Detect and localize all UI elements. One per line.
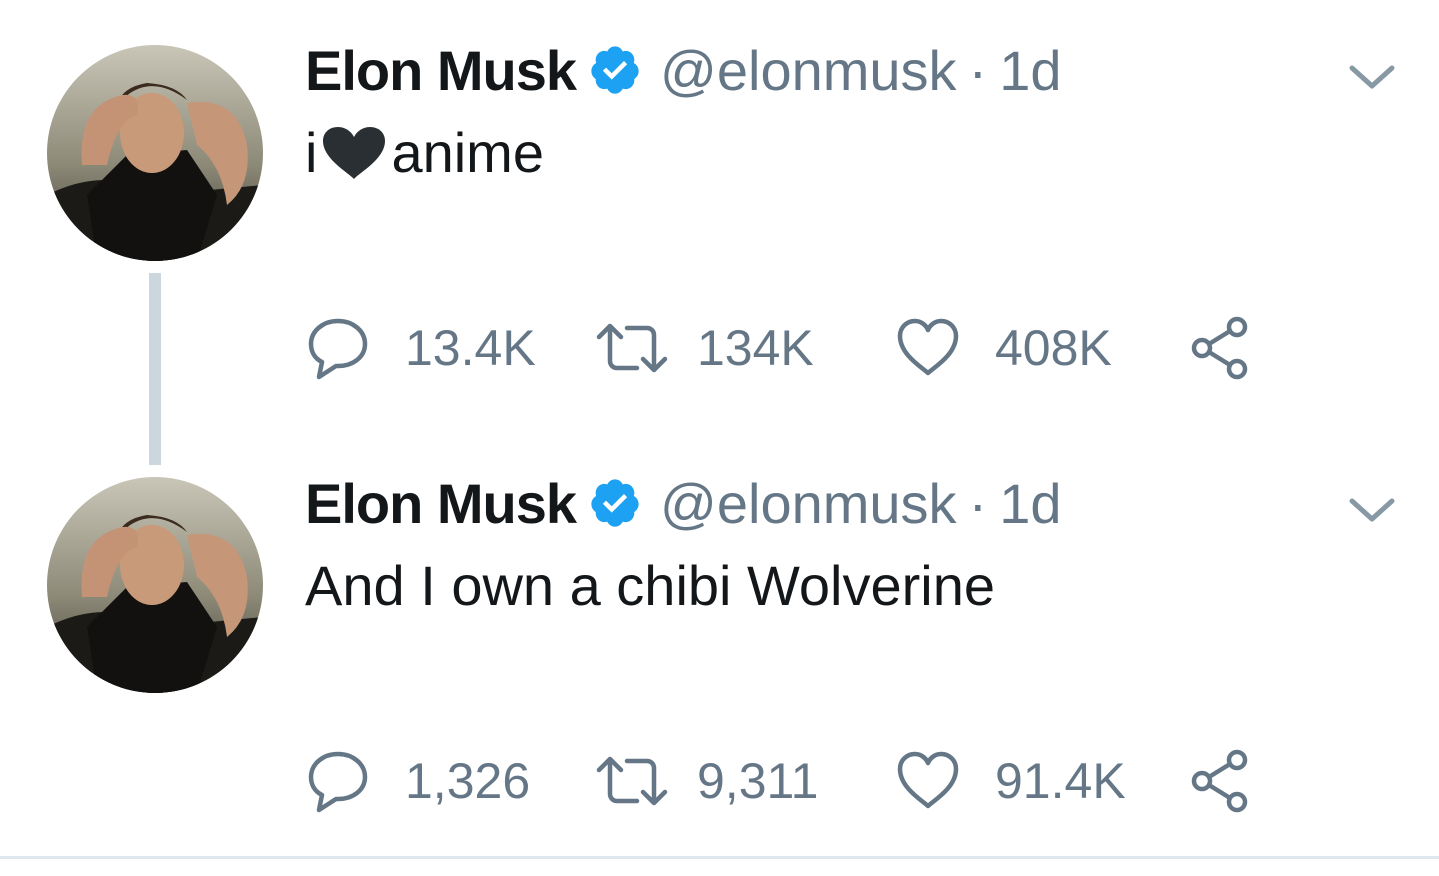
- reply-icon: [305, 748, 371, 814]
- retweet-count: 9,311: [697, 753, 819, 809]
- thread-connector-line: [149, 273, 161, 465]
- verified-badge-icon: [588, 43, 642, 97]
- verified-badge-icon: [588, 476, 642, 530]
- author-name[interactable]: Elon Musk: [305, 471, 577, 536]
- tweet-text-part: i: [305, 121, 318, 184]
- retweet-button[interactable]: 9,311: [595, 746, 818, 816]
- retweet-icon: [595, 315, 668, 381]
- timestamp[interactable]: 1d: [999, 38, 1061, 103]
- tweet-text-part: anime: [391, 121, 544, 184]
- tweet-actions: 13.4K 134K 408K: [305, 313, 1305, 383]
- tweet-header: Elon Musk @elonmusk · 1d: [305, 471, 1062, 536]
- author-name[interactable]: Elon Musk: [305, 38, 577, 103]
- chevron-down-icon[interactable]: [1348, 62, 1396, 92]
- share-button[interactable]: [1188, 313, 1254, 383]
- avatar[interactable]: [47, 45, 263, 261]
- like-count: 91.4K: [995, 753, 1126, 809]
- tweet[interactable]: Elon Musk @elonmusk · 1d And I own a chi…: [0, 460, 1439, 858]
- reply-button[interactable]: 13.4K: [305, 313, 536, 383]
- heart-icon: [895, 748, 961, 814]
- reply-count: 1,326: [405, 753, 531, 809]
- tweet-text: i anime: [305, 120, 544, 185]
- like-count: 408K: [995, 320, 1112, 376]
- share-icon: [1188, 748, 1254, 814]
- divider: [0, 856, 1439, 859]
- tweet-text: And I own a chibi Wolverine: [305, 554, 995, 617]
- timestamp[interactable]: 1d: [999, 471, 1061, 536]
- chevron-down-icon[interactable]: [1348, 495, 1396, 525]
- tweet[interactable]: Elon Musk @elonmusk · 1d i anime 13.4K 1…: [0, 0, 1439, 465]
- tweet-header: Elon Musk @elonmusk · 1d: [305, 38, 1062, 103]
- avatar[interactable]: [47, 477, 263, 693]
- black-heart-icon: [319, 125, 389, 181]
- tweet-actions: 1,326 9,311 91.4K: [305, 746, 1305, 816]
- heart-icon: [895, 315, 961, 381]
- author-handle[interactable]: @elonmusk: [660, 38, 957, 103]
- reply-icon: [305, 315, 371, 381]
- retweet-count: 134K: [697, 320, 814, 376]
- reply-button[interactable]: 1,326: [305, 746, 530, 816]
- retweet-icon: [595, 748, 668, 814]
- separator-dot: ·: [968, 38, 988, 102]
- share-icon: [1188, 315, 1254, 381]
- author-handle[interactable]: @elonmusk: [660, 471, 957, 536]
- retweet-button[interactable]: 134K: [595, 313, 814, 383]
- like-button[interactable]: 408K: [895, 313, 1112, 383]
- separator-dot: ·: [968, 471, 988, 535]
- like-button[interactable]: 91.4K: [895, 746, 1126, 816]
- share-button[interactable]: [1188, 746, 1254, 816]
- reply-count: 13.4K: [405, 320, 536, 376]
